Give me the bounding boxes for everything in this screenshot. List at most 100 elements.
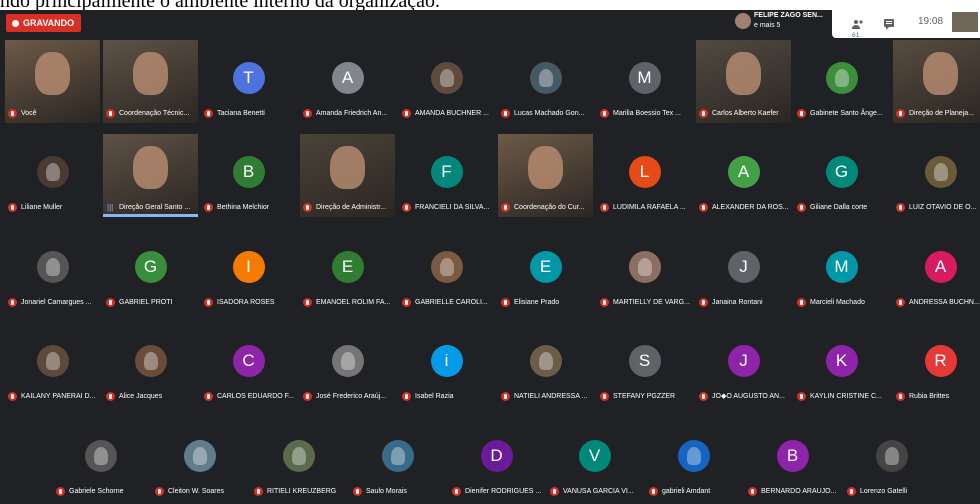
participant-avatar: [628, 251, 661, 284]
mic-off-icon: [600, 203, 609, 212]
participant-avatar: G: [134, 251, 167, 284]
participant-tile[interactable]: gabrieli Amdant: [646, 418, 741, 501]
participant-video-feed: [330, 145, 365, 189]
participant-tile[interactable]: F FRANCIELI DA SILVA...: [399, 134, 494, 217]
participant-tile[interactable]: E Elisiane Prado: [498, 229, 593, 312]
participant-tile[interactable]: A ALEXANDER DA ROS...: [696, 134, 791, 217]
participant-tile[interactable]: Liliane Muller: [5, 134, 100, 217]
participant-name: NATIELI ANDRESSA ...: [514, 393, 588, 400]
participant-tile[interactable]: B Bethina Melchior: [201, 134, 296, 217]
avatar-photo-icon: [291, 447, 306, 466]
participant-tile[interactable]: KAILANY PANERAI D...: [5, 323, 100, 406]
mic-off-icon: [699, 298, 708, 307]
participant-avatar: I: [232, 251, 265, 284]
participant-tile[interactable]: A Amanda Friedrich An...: [300, 40, 395, 123]
participant-name: FRANCIELI DA SILVA...: [415, 204, 490, 211]
participant-tile[interactable]: José Frederico Araúj...: [300, 323, 395, 406]
mic-off-icon: [8, 392, 17, 401]
participant-tile[interactable]: GABRIELLE CAROLI...: [399, 229, 494, 312]
recording-badge: GRAVANDO: [6, 14, 82, 32]
participant-tile[interactable]: Cleiton W. Soares: [152, 418, 247, 501]
participant-tile[interactable]: RITIELI KREUZBERG: [251, 418, 346, 501]
participant-tile[interactable]: D Dienifer RODRIGUES ...: [449, 418, 544, 501]
chat-icon[interactable]: [884, 17, 894, 30]
mic-off-icon: [402, 392, 411, 401]
participant-tile[interactable]: B BERNARDO ARAUJO...: [745, 418, 840, 501]
recording-label: GRAVANDO: [23, 18, 75, 28]
mic-off-icon: [797, 203, 806, 212]
participant-tile[interactable]: V VANUSA GARCIA VI...: [547, 418, 642, 501]
participant-tile[interactable]: Você: [5, 40, 100, 123]
mic-off-icon: [501, 298, 510, 307]
participant-tile[interactable]: M Marilia Boessio Tex ...: [597, 40, 692, 123]
participant-tile[interactable]: M Marcieli Machado: [794, 229, 889, 312]
participant-tile[interactable]: K KAYLIN CRISTINE C...: [794, 323, 889, 406]
participant-name: GABRIELLE CAROLI...: [415, 299, 488, 306]
participant-avatar: E: [331, 251, 364, 284]
participant-name: KAILANY PANERAI D...: [21, 393, 96, 400]
participant-tile[interactable]: Direção de Administr...: [300, 134, 395, 217]
participant-name: STEFANY PGZZER: [613, 393, 676, 400]
self-preview-thumbnail[interactable]: [952, 12, 978, 32]
participant-name: Bethina Melchior: [217, 204, 270, 211]
participant-tile[interactable]: A ANDRESSA BUCHN...: [893, 229, 980, 312]
participant-tile[interactable]: S STEFANY PGZZER: [597, 323, 692, 406]
participant-name: Jonariel Camargues ...: [21, 299, 92, 306]
avatar-photo-icon: [45, 258, 60, 277]
mic-off-icon: [452, 487, 461, 496]
participant-tile[interactable]: i Isabel Razia: [399, 323, 494, 406]
mic-off-icon: [204, 109, 213, 118]
participant-tile[interactable]: G Giliane Dalla corte: [794, 134, 889, 217]
participant-avatar: [381, 440, 414, 473]
participant-tile[interactable]: Jonariel Camargues ...: [5, 229, 100, 312]
mic-off-icon: [106, 392, 115, 401]
participant-avatar: F: [430, 156, 463, 189]
participant-name: Marilia Boessio Tex ...: [613, 110, 681, 117]
participant-tile[interactable]: LUIZ OTAVIO DE O...: [893, 134, 980, 217]
participant-name: KAYLIN CRISTINE C...: [810, 393, 882, 400]
participant-tile[interactable]: I ISADORA ROSES: [201, 229, 296, 312]
participant-tile[interactable]: Coordenação Técnic...: [103, 40, 198, 123]
participant-tile[interactable]: L LUDIMILA RAFAELA ...: [597, 134, 692, 217]
participant-name: Lucas Machado Gon...: [514, 110, 585, 117]
mic-off-icon: [501, 203, 510, 212]
mic-off-icon: [106, 298, 115, 307]
speaking-indicator-icon: |||: [107, 203, 114, 212]
participant-tile[interactable]: J JO◆O AUGUSTO AN...: [696, 323, 791, 406]
participant-tile[interactable]: Saulo Morais: [350, 418, 445, 501]
participant-name: José Frederico Araúj...: [316, 393, 387, 400]
avatar-photo-icon: [637, 258, 652, 277]
participant-tile[interactable]: Alice Jacques: [103, 323, 198, 406]
participant-tile[interactable]: T Taciana Benetti: [201, 40, 296, 123]
participant-tile[interactable]: Gabinete Santo Ânge...: [794, 40, 889, 123]
avatar-photo-icon: [439, 69, 454, 88]
participant-tile[interactable]: Gabriele Schorne: [53, 418, 148, 501]
participant-name: MARTIELLY DE VARG...: [613, 299, 690, 306]
people-icon[interactable]: 61: [852, 18, 870, 39]
participant-tile[interactable]: Carlos Alberto Kaefer: [696, 40, 791, 123]
participant-avatar: [529, 345, 562, 378]
mic-off-icon: [600, 392, 609, 401]
participant-tile[interactable]: MARTIELLY DE VARG...: [597, 229, 692, 312]
participant-tile[interactable]: NATIELI ANDRESSA ...: [498, 323, 593, 406]
avatar-photo-icon: [45, 352, 60, 371]
avatar-photo-icon: [340, 352, 355, 371]
participant-tile[interactable]: E EMANOEL ROLIM FA...: [300, 229, 395, 312]
participant-tile[interactable]: Coordenação do Cur...: [498, 134, 593, 217]
participant-tile[interactable]: Direção de Planeja...: [893, 40, 980, 123]
meeting-window: GRAVANDO FELIPE ZAGO SEN... e mais 5 61 …: [0, 10, 980, 504]
avatar-photo-icon: [192, 447, 207, 466]
participant-video-feed: [35, 51, 70, 95]
participant-avatar: [825, 62, 858, 95]
participant-tile[interactable]: G GABRIEL PROTI: [103, 229, 198, 312]
participant-tile[interactable]: J Janaina Rontani: [696, 229, 791, 312]
participant-name: Dienifer RODRIGUES ...: [465, 488, 542, 495]
participant-tile[interactable]: C CARLOS EDUARDO F...: [201, 323, 296, 406]
participant-tile[interactable]: Lucas Machado Gon...: [498, 40, 593, 123]
participant-avatar: i: [430, 345, 463, 378]
participant-tile[interactable]: ||| Direção Geral Santo ...: [103, 134, 198, 217]
participant-tile[interactable]: R Rubia Brittes: [893, 323, 980, 406]
participant-tile[interactable]: Lorenzo Gatelli: [844, 418, 939, 501]
participant-tile[interactable]: AMANDA BUCHNER ...: [399, 40, 494, 123]
participant-avatar: [183, 440, 216, 473]
